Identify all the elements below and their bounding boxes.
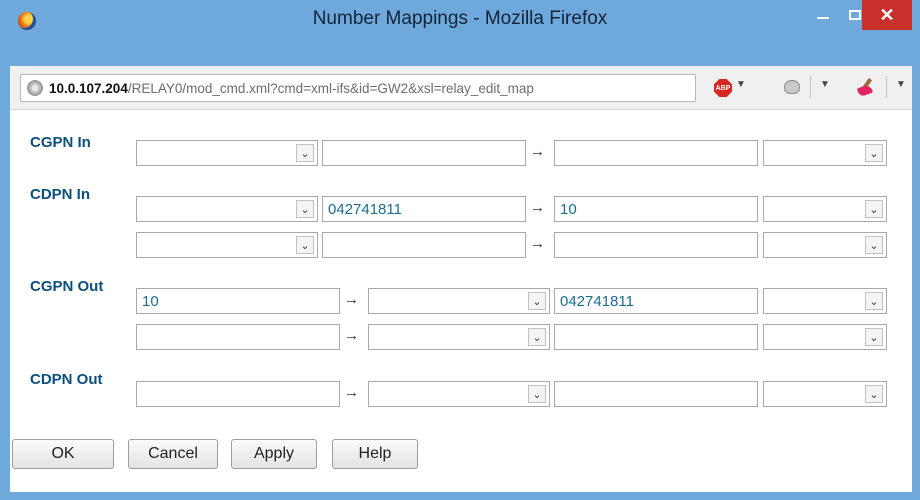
cdpn-in-replace-input[interactable] bbox=[554, 196, 758, 222]
adblock-dropdown-icon[interactable]: ▼ bbox=[736, 79, 746, 90]
cdpn-out-match-input[interactable] bbox=[136, 381, 340, 407]
globe-icon bbox=[27, 80, 43, 96]
cgpn-in-type-select[interactable]: ⌄ bbox=[136, 140, 318, 166]
chevron-down-icon: ⌄ bbox=[296, 144, 314, 162]
cdpn-out-output-select[interactable]: ⌄ bbox=[763, 381, 887, 407]
close-icon: ✕ bbox=[879, 4, 895, 25]
cgpn-out-type-select[interactable]: ⌄ bbox=[368, 288, 550, 314]
chevron-down-icon: ⌄ bbox=[296, 236, 314, 254]
arrow-icon: → bbox=[344, 327, 359, 344]
chevron-down-icon: ⌄ bbox=[528, 385, 546, 403]
cgpn-in-output-select[interactable]: ⌄ bbox=[763, 140, 887, 166]
minimize-icon bbox=[817, 17, 829, 19]
close-button[interactable]: ✕ bbox=[862, 0, 912, 30]
cgpn-in-replace-input[interactable] bbox=[554, 140, 758, 166]
cgpn-out-output-select[interactable]: ⌄ bbox=[763, 288, 887, 314]
window-title: Number Mappings - Mozilla Firefox bbox=[312, 8, 608, 29]
window-border bbox=[10, 492, 912, 500]
ok-button[interactable]: OK bbox=[12, 439, 114, 469]
cgpn-out-output-select-2[interactable]: ⌄ bbox=[763, 324, 887, 350]
cgpn-in-label: CGPN In bbox=[30, 134, 91, 151]
help-button[interactable]: Help bbox=[332, 439, 418, 469]
chevron-down-icon: ⌄ bbox=[865, 200, 883, 218]
url-host: 10.0.107.204 bbox=[49, 80, 128, 96]
chevron-down-icon: ⌄ bbox=[865, 328, 883, 346]
cgpn-out-match-input[interactable] bbox=[136, 288, 340, 314]
cdpn-in-type-select-2[interactable]: ⌄ bbox=[136, 232, 318, 258]
url-field[interactable]: 10.0.107.204/RELAY0/mod_cmd.xml?cmd=xml-… bbox=[20, 74, 696, 102]
firebug-icon[interactable] bbox=[784, 80, 800, 94]
toolbar: 10.0.107.204/RELAY0/mod_cmd.xml?cmd=xml-… bbox=[10, 66, 912, 110]
chevron-down-icon: ⌄ bbox=[865, 144, 883, 162]
arrow-icon: → bbox=[344, 291, 359, 308]
chevron-down-icon: ⌄ bbox=[865, 385, 883, 403]
toolbar-separator bbox=[886, 76, 887, 98]
cgpn-out-match-input-2[interactable] bbox=[136, 324, 340, 350]
cgpn-out-replace-input-2[interactable] bbox=[554, 324, 758, 350]
arrow-icon: → bbox=[530, 143, 545, 160]
cancel-button[interactable]: Cancel bbox=[128, 439, 218, 469]
cdpn-out-type-select[interactable]: ⌄ bbox=[368, 381, 550, 407]
chevron-down-icon: ⌄ bbox=[528, 292, 546, 310]
cdpn-in-replace-input-2[interactable] bbox=[554, 232, 758, 258]
chevron-down-icon: ⌄ bbox=[865, 292, 883, 310]
chevron-down-icon: ⌄ bbox=[296, 200, 314, 218]
url-path: /RELAY0/mod_cmd.xml?cmd=xml-ifs&id=GW2&x… bbox=[127, 80, 534, 96]
cgpn-out-type-select-2[interactable]: ⌄ bbox=[368, 324, 550, 350]
adblock-icon[interactable]: ABP bbox=[714, 79, 732, 97]
title-bar: Number Mappings - Mozilla Firefox ✕ bbox=[0, 0, 920, 66]
mapping-form: CGPN In ⌄ → ⌄ CDPN In ⌄ → ⌄ ⌄ → ⌄ CGPN O… bbox=[10, 110, 912, 492]
arrow-icon: → bbox=[530, 199, 545, 216]
cgpn-out-label: CGPN Out bbox=[30, 278, 104, 295]
cdpn-in-output-select-2[interactable]: ⌄ bbox=[763, 232, 887, 258]
cdpn-in-output-select[interactable]: ⌄ bbox=[763, 196, 887, 222]
chevron-down-icon: ⌄ bbox=[528, 328, 546, 346]
cdpn-in-match-input-2[interactable] bbox=[322, 232, 526, 258]
maximize-icon bbox=[849, 10, 861, 20]
cgpn-in-match-input[interactable] bbox=[322, 140, 526, 166]
browser-window: Number Mappings - Mozilla Firefox ✕ 10.0… bbox=[0, 0, 920, 500]
arrow-icon: → bbox=[530, 235, 545, 252]
apply-button[interactable]: Apply bbox=[231, 439, 317, 469]
toolbar-separator bbox=[810, 76, 811, 98]
cdpn-out-label: CDPN Out bbox=[30, 371, 103, 388]
menu-dropdown-icon[interactable]: ▼ bbox=[896, 79, 906, 90]
cdpn-in-type-select[interactable]: ⌄ bbox=[136, 196, 318, 222]
firebug-dropdown-icon[interactable]: ▼ bbox=[820, 79, 830, 90]
paintbrush-icon[interactable] bbox=[856, 77, 876, 98]
chevron-down-icon: ⌄ bbox=[865, 236, 883, 254]
arrow-icon: → bbox=[344, 384, 359, 401]
cdpn-in-label: CDPN In bbox=[30, 186, 90, 203]
cgpn-out-replace-input[interactable] bbox=[554, 288, 758, 314]
cdpn-in-match-input[interactable] bbox=[322, 196, 526, 222]
cdpn-out-replace-input[interactable] bbox=[554, 381, 758, 407]
